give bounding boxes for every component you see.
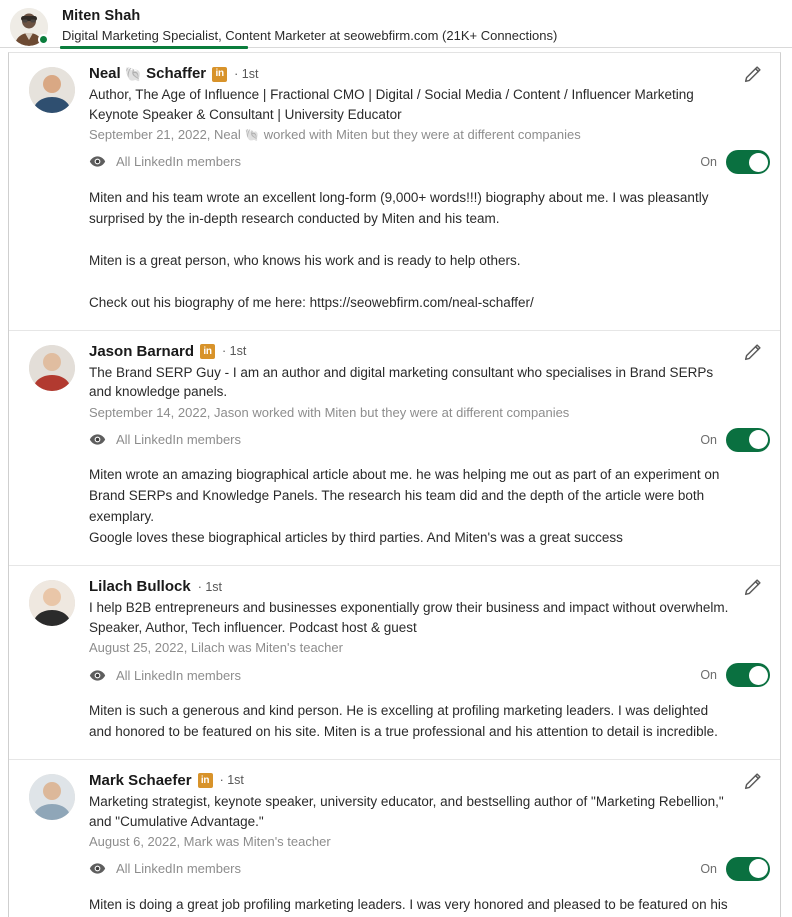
visibility-label: All LinkedIn members <box>116 667 241 683</box>
recommendation-meta: September 21, 2022, Neal 🐚 worked with M… <box>89 126 734 145</box>
recommender-name: Mark Schaefer <box>89 771 192 789</box>
recommender-name-suffix: Schaffer <box>146 65 207 82</box>
recommender-name-row: Jason Barnard in · 1st <box>89 343 734 361</box>
recommender-avatar[interactable] <box>29 67 75 113</box>
linkedin-badge-icon: in <box>197 773 213 789</box>
recommendation-meta: August 25, 2022, Lilach was Miten's teac… <box>89 639 734 658</box>
recommender-avatar[interactable] <box>29 773 75 820</box>
toggle-knob <box>748 430 768 449</box>
recommendation-item: Jason Barnard in · 1st The Brand SERP Gu… <box>9 331 780 567</box>
eye-icon <box>89 863 106 875</box>
eye-icon <box>89 434 106 445</box>
pencil-icon[interactable] <box>742 63 764 85</box>
toggle-state-label: On <box>700 861 717 876</box>
recommendation-text: Miten wrote an amazing biographical arti… <box>89 467 720 546</box>
connection-degree: · 1st <box>219 773 244 788</box>
visibility-row: All LinkedIn members <box>89 152 734 172</box>
recommendation-text: Miten is doing a great job profiling mar… <box>89 896 728 912</box>
active-tab-indicator <box>60 46 248 49</box>
toggle-state-label: On <box>700 155 717 169</box>
linkedin-badge-icon: in <box>200 344 216 359</box>
page-title: Miten Shah <box>62 8 141 24</box>
visibility-toggle-group: On <box>700 427 770 452</box>
meta-suffix-text: worked with Miten but they were at diffe… <box>263 127 581 143</box>
recommender-avatar-image <box>29 344 75 391</box>
recommender-avatar-image <box>29 580 75 627</box>
recommender-headline: Marketing strategist, keynote speaker, u… <box>89 793 724 829</box>
visibility-toggle[interactable] <box>726 150 770 174</box>
visibility-row: All LinkedIn members <box>89 665 734 685</box>
visibility-label: All LinkedIn members <box>116 154 241 170</box>
visibility-row: All LinkedIn members <box>89 859 734 879</box>
recommender-avatar[interactable] <box>29 580 75 627</box>
visibility-label: All LinkedIn members <box>116 861 241 877</box>
shell-icon: 🐚 <box>124 66 143 82</box>
visibility-toggle-group: On <box>700 663 770 688</box>
visibility-toggle[interactable] <box>726 663 770 688</box>
toggle-knob <box>748 152 768 172</box>
toggle-state-label: On <box>700 668 717 683</box>
recommendation-item: Lilach Bullock in · 1st I help B2B entre… <box>9 566 780 760</box>
recommendations-list: Neal 🐚 Schaffer in · 1st Author, The Age… <box>9 53 780 917</box>
pencil-icon[interactable] <box>742 576 764 598</box>
recommender-avatar[interactable] <box>29 344 75 391</box>
shell-icon: 🐚 <box>244 128 260 143</box>
recommender-avatar-image <box>29 67 75 113</box>
meta-prefix-text: August 25, 2022, Lilach was Miten's teac… <box>89 640 343 656</box>
recommender-name-row: Mark Schaefer in · 1st <box>89 772 734 790</box>
meta-prefix-text: August 6, 2022, Mark was Miten's teacher <box>89 834 331 850</box>
visibility-label: All LinkedIn members <box>116 431 241 447</box>
recommendation-text: Miten and his team wrote an excellent lo… <box>89 189 709 310</box>
avatar[interactable] <box>10 8 49 46</box>
recommendation-item: Mark Schaefer in · 1st Marketing strateg… <box>9 760 780 917</box>
visibility-toggle-group: On <box>700 150 770 174</box>
recommendations-panel: Neal 🐚 Schaffer in · 1st Author, The Age… <box>8 52 781 917</box>
recommendation-meta: September 14, 2022, Jason worked with Mi… <box>89 404 734 423</box>
recommendation-meta: August 6, 2022, Mark was Miten's teacher <box>89 833 734 852</box>
connection-degree: · 1st <box>234 66 259 81</box>
profile-subtitle: Digital Marketing Specialist, Content Ma… <box>62 28 558 44</box>
recommendation-item: Neal 🐚 Schaffer in · 1st Author, The Age… <box>9 53 780 331</box>
recommendation-text: Miten is such a generous and kind person… <box>89 703 718 740</box>
connection-degree: · 1st <box>197 579 223 594</box>
visibility-row: All LinkedIn members <box>89 429 734 449</box>
recommender-name: Lilach Bullock <box>89 578 191 596</box>
recommender-headline: I help B2B entrepreneurs and businesses … <box>89 600 729 635</box>
recommender-name: Jason Barnard <box>89 342 195 360</box>
toggle-knob <box>748 665 768 685</box>
visibility-toggle-group: On <box>700 856 770 881</box>
meta-prefix-text: September 14, 2022, Jason worked with Mi… <box>89 404 570 420</box>
recommender-name-row: Neal 🐚 Schaffer in · 1st <box>89 65 734 83</box>
recommender-avatar-image <box>29 773 75 820</box>
connection-degree: · 1st <box>222 344 247 358</box>
presence-indicator <box>38 34 49 45</box>
recommender-name-row: Lilach Bullock in · 1st <box>89 578 734 596</box>
toggle-state-label: On <box>700 432 717 447</box>
pencil-icon[interactable] <box>742 341 764 363</box>
recommender-headline: The Brand SERP Guy - I am an author and … <box>89 364 714 400</box>
pencil-icon[interactable] <box>742 770 764 792</box>
eye-icon <box>89 156 106 168</box>
recommender-name: Neal <box>89 65 121 82</box>
visibility-toggle[interactable] <box>726 856 770 881</box>
recommender-headline: Author, The Age of Influence | Fractiona… <box>89 87 694 122</box>
meta-prefix-text: September 21, 2022, Neal <box>89 127 241 143</box>
profile-header: Miten Shah Digital Marketing Specialist,… <box>0 0 792 52</box>
visibility-toggle[interactable] <box>726 427 770 452</box>
linkedin-badge-icon: in <box>212 66 228 82</box>
eye-icon <box>89 670 106 681</box>
toggle-knob <box>748 859 768 879</box>
